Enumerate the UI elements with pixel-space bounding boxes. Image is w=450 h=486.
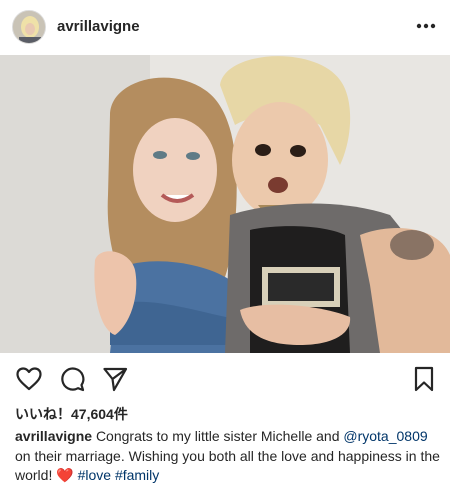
- more-options-icon: [416, 23, 436, 29]
- post-caption: avrillavigne Congrats to my little siste…: [15, 427, 440, 486]
- avatar-image: [13, 11, 45, 43]
- post-photo[interactable]: [0, 55, 450, 353]
- bookmark-icon: [414, 366, 434, 392]
- post-photo-image: [0, 55, 450, 353]
- likes-count[interactable]: いいね！47,604件: [15, 404, 128, 424]
- caption-mention[interactable]: @ryota_0809: [343, 428, 427, 444]
- hashtag-family[interactable]: #family: [115, 467, 159, 483]
- action-bar: [0, 363, 450, 395]
- more-options-button[interactable]: [414, 14, 438, 38]
- avatar[interactable]: [12, 10, 46, 44]
- comment-icon: [61, 367, 85, 392]
- heart-emoji: ❤️: [56, 467, 74, 483]
- share-button[interactable]: [99, 363, 131, 395]
- caption-text-part-1: Congrats to my little sister Michelle an…: [95, 428, 340, 444]
- save-button[interactable]: [408, 363, 440, 395]
- heart-icon: [16, 367, 42, 391]
- post-username[interactable]: avrillavigne: [57, 18, 140, 35]
- hashtag-love[interactable]: #love: [78, 467, 111, 483]
- comment-button[interactable]: [56, 363, 88, 395]
- share-icon: [103, 367, 128, 392]
- post-header: avrillavigne: [0, 0, 450, 55]
- caption-username[interactable]: avrillavigne: [15, 428, 92, 444]
- like-button[interactable]: [13, 363, 45, 395]
